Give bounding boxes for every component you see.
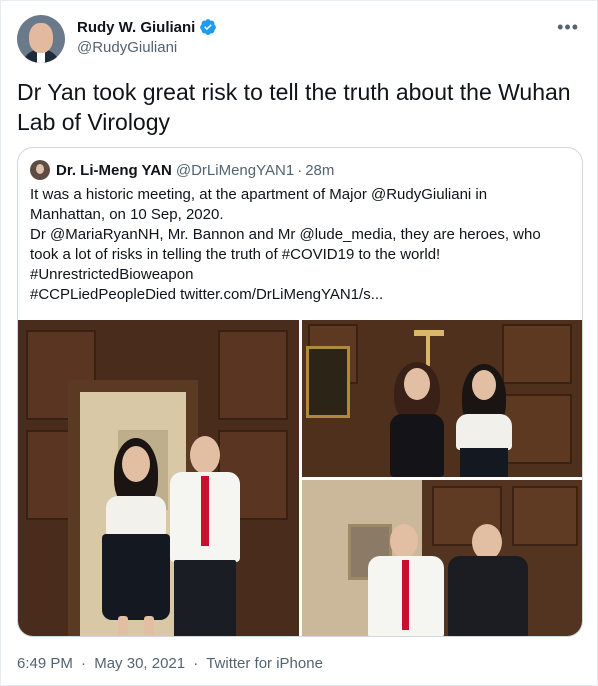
quoted-header: Dr. Li-Meng YAN @DrLiMengYAN1 · 28m bbox=[30, 160, 334, 180]
photo-grid bbox=[18, 320, 582, 636]
more-horizontal-icon[interactable]: ••• bbox=[557, 17, 579, 38]
photo-3[interactable] bbox=[302, 480, 582, 636]
photo-1[interactable] bbox=[18, 320, 299, 636]
quoted-line: #CCPLiedPeopleDied twitter.com/DrLiMengY… bbox=[30, 286, 384, 303]
tweet-source[interactable]: Twitter for iPhone bbox=[206, 655, 323, 672]
quoted-separator: · bbox=[297, 161, 303, 179]
quoted-handle[interactable]: @DrLiMengYAN1 bbox=[176, 162, 294, 179]
footer-separator: · bbox=[81, 655, 87, 672]
quoted-line: Manhattan, on 10 Sep, 2020. bbox=[30, 206, 224, 223]
author-handle[interactable]: @RudyGiuliani bbox=[77, 39, 177, 56]
quoted-line: took a lot of risks in telling the truth… bbox=[30, 246, 441, 263]
verified-badge-icon bbox=[200, 19, 217, 35]
photo-2[interactable] bbox=[302, 320, 582, 477]
tweet-text: Dr Yan took great risk to tell the truth… bbox=[17, 79, 571, 135]
quoted-line: It was a historic meeting, at the apartm… bbox=[30, 186, 488, 203]
quoted-display-name[interactable]: Dr. Li-Meng YAN bbox=[56, 162, 172, 179]
author-avatar[interactable] bbox=[17, 15, 65, 63]
tweet-date[interactable]: May 30, 2021 bbox=[94, 655, 185, 672]
quoted-avatar[interactable] bbox=[30, 160, 50, 180]
quoted-text: It was a historic meeting, at the apartm… bbox=[30, 185, 570, 305]
quoted-line: Dr @MariaRyanNH, Mr. Bannon and Mr @lude… bbox=[30, 226, 541, 243]
author-display-name[interactable]: Rudy W. Giuliani bbox=[77, 19, 195, 36]
tweet-footer: 6:49 PM · May 30, 2021 · Twitter for iPh… bbox=[17, 655, 327, 672]
footer-separator: · bbox=[193, 655, 199, 672]
quoted-line: #UnrestrictedBioweapon bbox=[30, 266, 194, 283]
tweet-card: Rudy W. Giuliani @RudyGiuliani ••• Dr Ya… bbox=[0, 0, 598, 686]
author-name-row[interactable]: Rudy W. Giuliani bbox=[77, 18, 217, 36]
quoted-tweet[interactable]: Dr. Li-Meng YAN @DrLiMengYAN1 · 28m It w… bbox=[17, 147, 583, 637]
quoted-timestamp[interactable]: 28m bbox=[305, 162, 334, 179]
tweet-time[interactable]: 6:49 PM bbox=[17, 655, 73, 672]
